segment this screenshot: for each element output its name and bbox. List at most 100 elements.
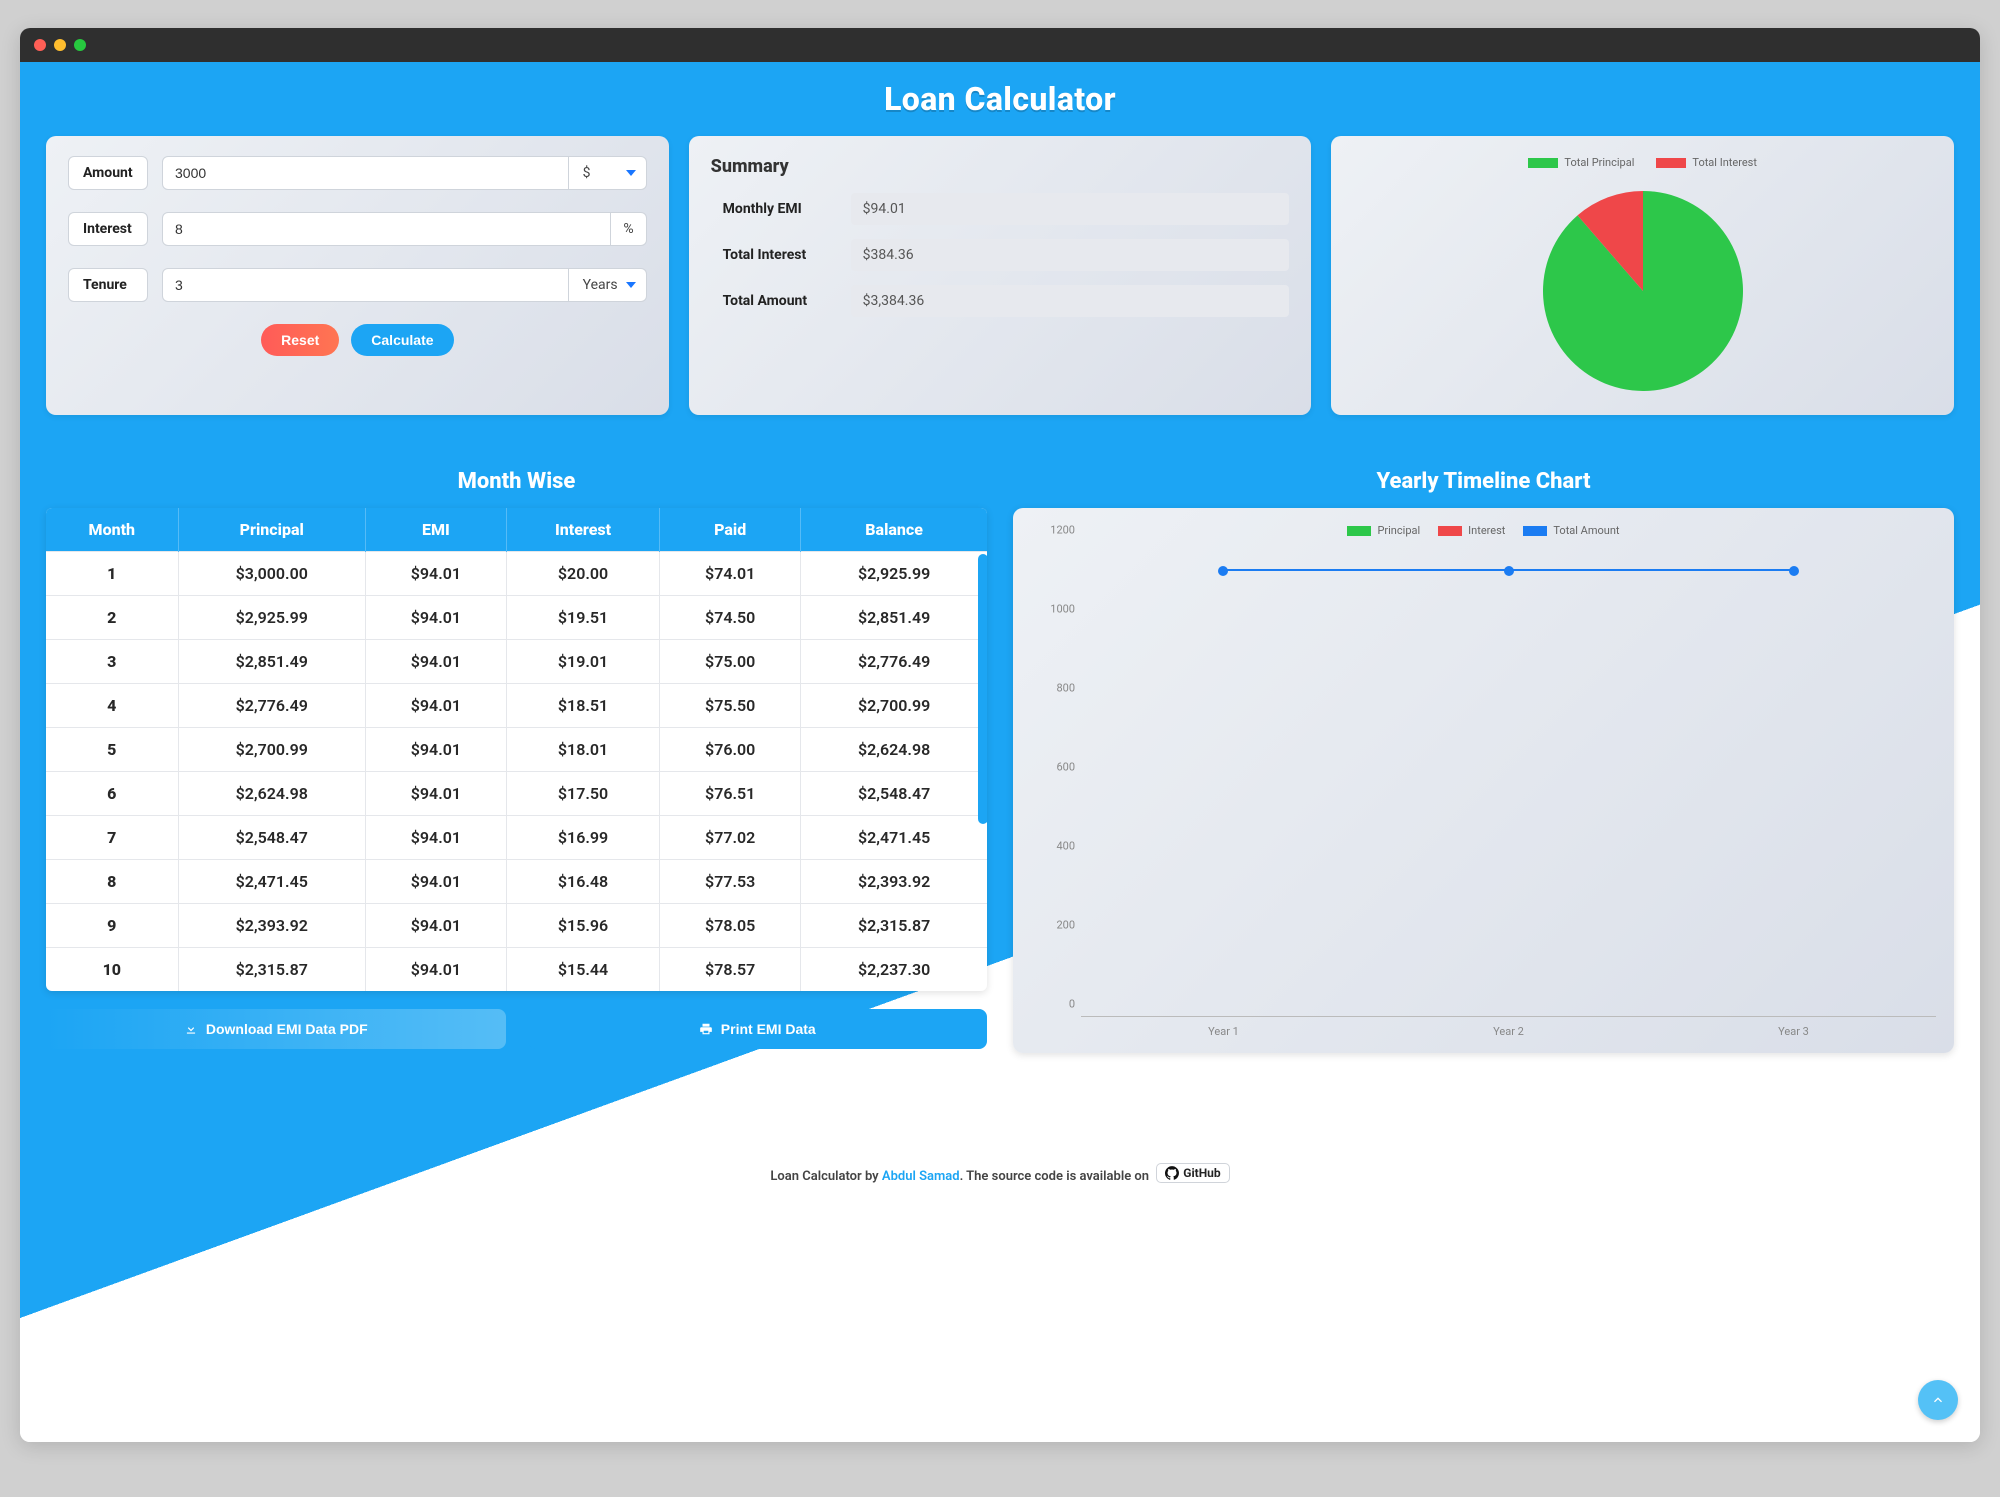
legend-item: Total Principal xyxy=(1528,156,1634,169)
table-row: 7$2,548.47$94.01$16.99$77.02$2,471.45 xyxy=(46,816,987,860)
table-cell: $94.01 xyxy=(365,816,506,860)
pie-card: Total Principal Total Interest xyxy=(1331,136,1954,415)
table-cell: $2,548.47 xyxy=(178,816,365,860)
table-cell: 1 xyxy=(46,552,178,596)
tenure-label: Tenure xyxy=(68,268,148,302)
summary-label: Total Interest xyxy=(723,247,833,263)
pie-legend: Total Principal Total Interest xyxy=(1353,156,1932,169)
reset-button[interactable]: Reset xyxy=(261,324,339,356)
table-cell: $2,851.49 xyxy=(178,640,365,684)
top-row: Amount $ Interest % xyxy=(20,128,1980,415)
y-tick-label: 1200 xyxy=(1050,524,1075,537)
download-pdf-button[interactable]: Download EMI Data PDF xyxy=(46,1009,506,1049)
legend-item: Total Amount xyxy=(1523,524,1619,537)
page: Loan Calculator Amount $ Interest xyxy=(20,62,1980,1442)
table-cell: $15.44 xyxy=(506,948,659,992)
summary-row: Total Amount $3,384.36 xyxy=(711,285,1290,317)
github-link[interactable]: GitHub xyxy=(1156,1163,1229,1183)
table-cell: $2,237.30 xyxy=(801,948,987,992)
summary-label: Total Amount xyxy=(723,293,833,309)
summary-row: Monthly EMI $94.01 xyxy=(711,193,1290,225)
yearly-heading: Yearly Timeline Chart xyxy=(1013,469,1954,494)
author-link[interactable]: Abdul Samad xyxy=(882,1169,960,1184)
summary-value: $384.36 xyxy=(851,239,1290,271)
table-row: 3$2,851.49$94.01$19.01$75.00$2,776.49 xyxy=(46,640,987,684)
bar-category-label: Year 3 xyxy=(1694,1025,1894,1038)
table-cell: $2,471.45 xyxy=(178,860,365,904)
monthwise-column: Month Wise MonthPrincipalEMIInterestPaid… xyxy=(46,469,987,1049)
bar-category-label: Year 1 xyxy=(1124,1025,1324,1038)
legend-label: Interest xyxy=(1468,524,1505,537)
table-cell: 3 xyxy=(46,640,178,684)
table-row: 1$3,000.00$94.01$20.00$74.01$2,925.99 xyxy=(46,552,987,596)
table-cell: 8 xyxy=(46,860,178,904)
amount-row: Amount $ xyxy=(68,156,647,190)
table-cell: $2,393.92 xyxy=(801,860,987,904)
table-cell: $2,624.98 xyxy=(801,728,987,772)
table-cell: $2,851.49 xyxy=(801,596,987,640)
y-tick-label: 0 xyxy=(1069,998,1075,1011)
table-cell: $94.01 xyxy=(365,860,506,904)
summary-label: Monthly EMI xyxy=(723,201,833,217)
table-cell: $78.05 xyxy=(660,904,801,948)
table-cell: $94.01 xyxy=(365,948,506,992)
line-point xyxy=(1218,566,1228,576)
currency-value: $ xyxy=(583,165,591,181)
table-cell: $94.01 xyxy=(365,904,506,948)
monthwise-heading: Month Wise xyxy=(46,469,987,494)
table-scrollbar[interactable] xyxy=(978,554,987,991)
github-label: GitHub xyxy=(1183,1166,1220,1180)
line-point xyxy=(1504,566,1514,576)
calculate-button[interactable]: Calculate xyxy=(351,324,453,356)
legend-swatch xyxy=(1523,526,1547,536)
table-column-header: Paid xyxy=(660,508,801,552)
legend-item: Principal xyxy=(1347,524,1420,537)
table-cell: $94.01 xyxy=(365,552,506,596)
yearly-chart-card: PrincipalInterestTotal Amount 0200400600… xyxy=(1013,508,1954,1053)
amount-input[interactable] xyxy=(162,156,569,190)
table-column-header: Principal xyxy=(178,508,365,552)
footer-middle: . The source code is available on xyxy=(960,1169,1149,1184)
legend-item: Interest xyxy=(1438,524,1505,537)
table-cell: $2,925.99 xyxy=(178,596,365,640)
table-cell: $77.53 xyxy=(660,860,801,904)
minimize-icon[interactable] xyxy=(54,39,66,51)
interest-input[interactable] xyxy=(162,212,611,246)
interest-row: Interest % xyxy=(68,212,647,246)
table-cell: 9 xyxy=(46,904,178,948)
table-cell: $2,548.47 xyxy=(801,772,987,816)
line-segment xyxy=(1509,569,1794,571)
table-cell: $18.01 xyxy=(506,728,659,772)
table-column-header: Balance xyxy=(801,508,987,552)
summary-card: Summary Monthly EMI $94.01Total Interest… xyxy=(689,136,1312,415)
y-tick-label: 400 xyxy=(1056,840,1075,853)
currency-select[interactable]: $ xyxy=(569,156,647,190)
tenure-row: Tenure Years xyxy=(68,268,647,302)
table-cell: $76.51 xyxy=(660,772,801,816)
print-button[interactable]: Print EMI Data xyxy=(528,1009,988,1049)
monthwise-table-card: MonthPrincipalEMIInterestPaidBalance 1$3… xyxy=(46,508,987,991)
legend-item: Total Interest xyxy=(1656,156,1757,169)
maximize-icon[interactable] xyxy=(74,39,86,51)
table-cell: $2,624.98 xyxy=(178,772,365,816)
table-cell: $2,925.99 xyxy=(801,552,987,596)
scrollbar-thumb[interactable] xyxy=(978,554,987,824)
table-cell: $94.01 xyxy=(365,684,506,728)
table-row: 9$2,393.92$94.01$15.96$78.05$2,315.87 xyxy=(46,904,987,948)
table-cell: $75.00 xyxy=(660,640,801,684)
tenure-unit-select[interactable]: Years xyxy=(569,268,647,302)
legend-swatch xyxy=(1347,526,1371,536)
table-cell: $2,700.99 xyxy=(178,728,365,772)
close-icon[interactable] xyxy=(34,39,46,51)
bar-legend: Principal Interest Total Amount xyxy=(1031,524,1936,537)
table-cell: $20.00 xyxy=(506,552,659,596)
chevron-down-icon xyxy=(626,170,636,176)
table-cell: 7 xyxy=(46,816,178,860)
tenure-input[interactable] xyxy=(162,268,569,302)
scroll-to-top-button[interactable] xyxy=(1918,1380,1958,1420)
table-cell: $76.00 xyxy=(660,728,801,772)
table-row: 8$2,471.45$94.01$16.48$77.53$2,393.92 xyxy=(46,860,987,904)
legend-label: Total Principal xyxy=(1564,156,1634,169)
chevron-up-icon xyxy=(1930,1392,1946,1408)
table-cell: $2,393.92 xyxy=(178,904,365,948)
